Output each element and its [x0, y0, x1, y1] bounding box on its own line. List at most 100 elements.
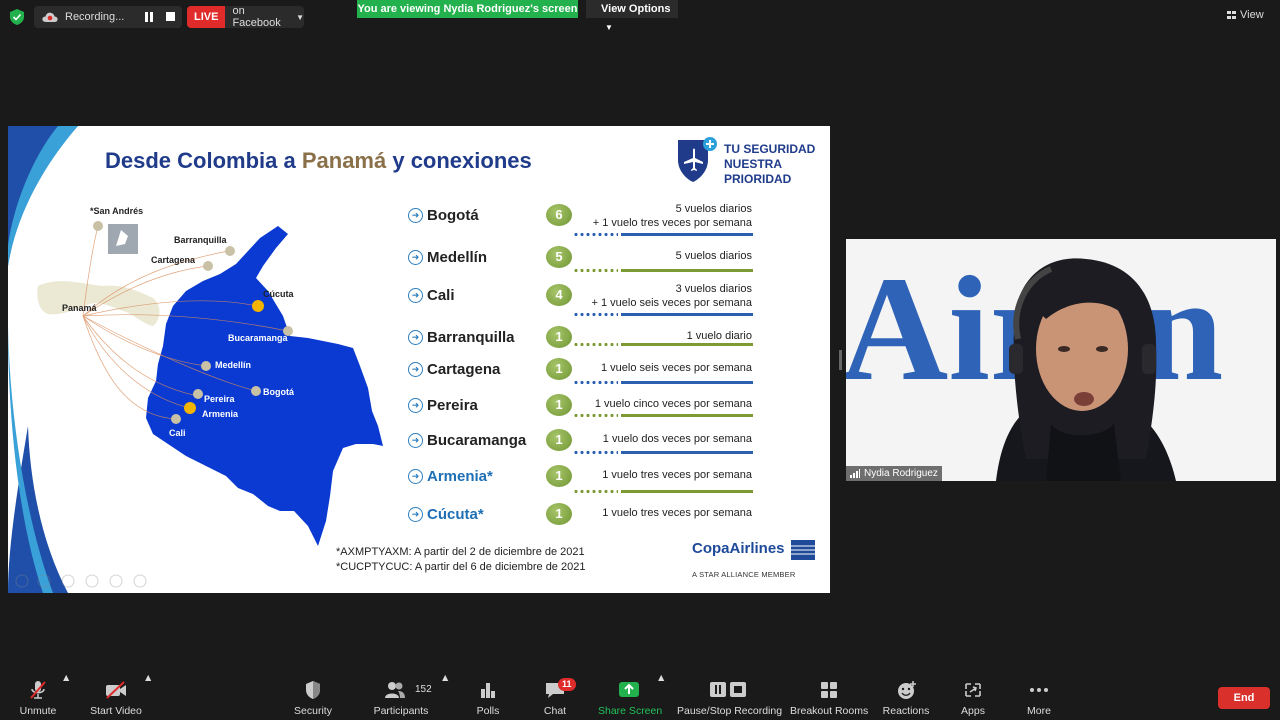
view-options-label: View Options [601, 3, 671, 15]
participant-video-feed: Airlin [846, 239, 1276, 481]
pause-recording-icon[interactable] [144, 12, 154, 22]
audio-options-chevron-icon[interactable]: ▲ [61, 672, 71, 720]
route-row: ➜ Armenia* 1 1 vuelo tres veces por semana [8, 463, 830, 499]
breakout-rooms-button[interactable]: Breakout Rooms [790, 672, 868, 720]
share-screen-button[interactable]: Share Screen [598, 672, 663, 720]
video-camera-off-icon [106, 681, 126, 699]
route-row: ➜ Cartagena 1 1 vuelo seis veces por semana [8, 356, 830, 392]
apps-icon [965, 683, 981, 697]
stop-recording-icon[interactable] [166, 12, 175, 21]
footnote-armenia: *AXMPTYAXM: A partir del 2 de diciembre … [336, 546, 585, 558]
share-options-chevron-icon[interactable]: ▲ [656, 672, 666, 720]
divider-solid [621, 343, 753, 346]
polls-bar-chart-icon [481, 683, 495, 698]
route-frequency: 1 vuelo seis veces por semana [600, 362, 752, 374]
unmute-button[interactable]: Unmute [14, 672, 62, 720]
route-city: Bogotá [427, 207, 479, 224]
grid-view-icon [1227, 11, 1236, 19]
divider-dots [573, 233, 618, 236]
recording-indicator: Recording... [34, 6, 182, 28]
route-frequency: 1 vuelo dos veces por semana [602, 433, 752, 445]
route-divider-line [573, 343, 753, 346]
apps-button[interactable]: Apps [955, 672, 991, 720]
divider-dots [573, 451, 618, 454]
live-destination: on Facebook [232, 5, 281, 29]
security-shield-icon [306, 681, 320, 699]
route-row: ➜ Barranquilla 1 1 vuelo diario [8, 324, 830, 360]
share-screen-arrow-icon [619, 682, 639, 697]
route-frequency: 1 vuelo tres veces por semana [602, 469, 752, 481]
route-city: Bucaramanga [427, 432, 527, 449]
split-view-divider[interactable] [839, 350, 842, 370]
participant-video-tile[interactable]: Airlin [846, 239, 1276, 481]
route-row: ➜ Pereira 1 1 vuelo cinco veces por semana [8, 392, 830, 428]
divider-dots [573, 490, 618, 493]
route-frequency: 1 vuelo cinco veces por semana [594, 398, 752, 410]
route-row: ➜ Medellín 5 5 vuelos diarios [8, 244, 830, 280]
copa-flag-icon [791, 540, 815, 560]
badge-line-1: TU SEGURIDAD [724, 142, 816, 156]
divider-dots [573, 343, 618, 346]
route-row: ➜ Bogotá 6 5 vuelos diarios + 1 vuelo tres … [8, 202, 830, 238]
divider-solid [621, 451, 753, 454]
slide-title-part3: y conexiones [386, 148, 532, 173]
slide-title-part1: Desde Colombia a [105, 148, 302, 173]
arrow-circle-icon: ➜ [408, 398, 423, 413]
start-video-label: Start Video [90, 705, 142, 717]
live-stream-indicator[interactable]: LIVE on Facebook ▼ [187, 5, 304, 29]
encryption-shield-icon[interactable] [10, 9, 24, 25]
microphone-muted-icon [30, 681, 46, 699]
view-options-button[interactable]: View Options ▼ [586, 0, 678, 32]
route-flight-count: 1 [546, 465, 572, 487]
route-frequency: 1 vuelo diario [686, 330, 752, 342]
copa-airlines-logo: CopaAirlines [692, 540, 785, 557]
arrow-circle-icon: ➜ [408, 433, 423, 448]
arrow-circle-icon: ➜ [408, 250, 423, 265]
share-screen-label: Share Screen [598, 705, 663, 717]
divider-solid [621, 414, 753, 417]
participant-name: Nydia Rodriguez [864, 468, 938, 479]
route-flight-count: 5 [546, 246, 572, 268]
safety-badge-text: TU SEGURIDAD NUESTRA PRIORIDAD [724, 142, 830, 187]
pause-stop-recording-button[interactable]: Pause/Stop Recording [677, 672, 783, 720]
polls-label: Polls [476, 705, 500, 717]
route-flight-count: 6 [546, 204, 572, 226]
arrow-circle-icon: ➜ [408, 362, 423, 377]
route-row: ➜ Bucaramanga 1 1 vuelo dos veces por seman… [8, 427, 830, 463]
divider-dots [573, 269, 618, 272]
pause-stop-recording-label: Pause/Stop Recording [677, 705, 783, 717]
footnote-cucuta: *CUCPTYCUC: A partir del 6 de diciembre … [336, 561, 586, 573]
start-video-button[interactable]: Start Video [86, 672, 146, 720]
route-flight-count: 1 [546, 503, 572, 525]
viewing-screen-banner: You are viewing Nydia Rodriguez's screen [357, 0, 578, 18]
end-meeting-button[interactable]: End [1218, 687, 1270, 709]
arrow-circle-icon: ➜ [408, 507, 423, 522]
divider-solid [621, 490, 753, 493]
route-city: Cali [427, 287, 455, 304]
reactions-button[interactable]: Reactions [882, 672, 930, 720]
route-flight-count: 1 [546, 358, 572, 380]
participants-label: Participants [373, 705, 429, 717]
recording-label: Recording... [65, 11, 125, 23]
arrow-circle-icon: ➜ [408, 288, 423, 303]
security-button[interactable]: Security [288, 672, 338, 720]
breakout-rooms-grid-icon [821, 682, 837, 698]
route-divider-line [573, 381, 753, 384]
view-layout-button[interactable]: View [1227, 6, 1273, 24]
route-divider-line [573, 313, 753, 316]
video-options-chevron-icon[interactable]: ▲ [143, 672, 153, 720]
participant-name-tag: Nydia Rodriguez [846, 466, 942, 481]
reactions-label: Reactions [882, 705, 930, 717]
participants-options-chevron-icon[interactable]: ▲ [440, 672, 450, 720]
badge-line-3: PRIORIDAD [724, 172, 792, 186]
divider-dots [573, 414, 618, 417]
view-label: View [1240, 9, 1264, 21]
route-flight-count: 4 [546, 284, 572, 306]
route-city: Barranquilla [427, 329, 515, 346]
participants-count: 152 [415, 684, 432, 695]
chevron-down-icon: ▼ [296, 12, 304, 22]
polls-button[interactable]: Polls [470, 672, 506, 720]
more-button[interactable]: More [1022, 672, 1056, 720]
participants-button[interactable]: Participants [370, 672, 432, 720]
chat-unread-badge: 11 [558, 678, 576, 691]
